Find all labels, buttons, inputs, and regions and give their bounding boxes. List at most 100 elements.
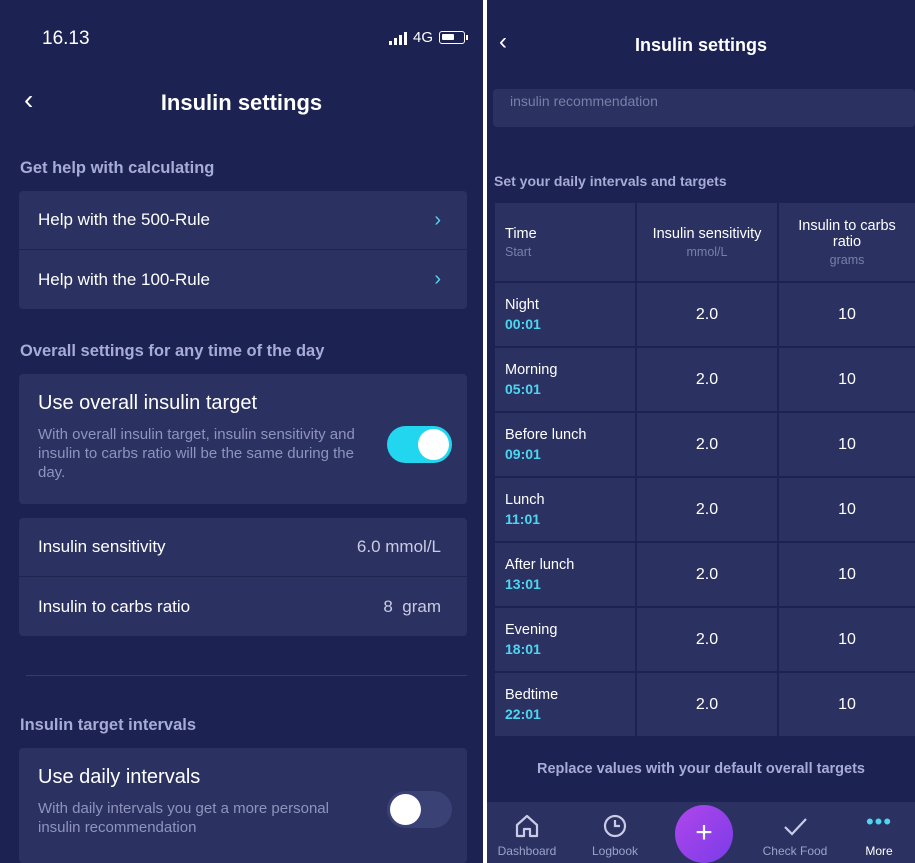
header-insulin-sensitivity: Insulin sensitivity mmol/L — [635, 201, 779, 283]
interval-sensitivity-cell[interactable]: 2.0 — [635, 541, 779, 608]
replace-defaults-button[interactable]: Replace values with your default overall… — [487, 761, 915, 777]
toggle-knob — [390, 794, 421, 825]
faded-card-text: insulin recommendation — [510, 93, 658, 109]
insulin-sensitivity-value: 6.0 mmol/L — [356, 537, 441, 556]
daily-intervals-description: With daily intervals you get a more pers… — [38, 800, 329, 836]
table-row[interactable]: Morning 05:01 2.0 10 — [493, 346, 915, 413]
add-button[interactable]: + — [675, 805, 733, 863]
toggle-knob — [418, 429, 449, 460]
interval-name: Bedtime — [505, 687, 559, 703]
tab-more-label: More — [865, 844, 893, 858]
interval-sensitivity-cell[interactable]: 2.0 — [635, 671, 779, 738]
status-bar: 16.13 4G — [0, 0, 483, 70]
insulin-carbs-ratio-label: Insulin to carbs ratio — [38, 596, 191, 616]
home-icon — [515, 814, 539, 838]
interval-start-time: 18:01 — [505, 641, 541, 657]
interval-time-cell: Lunch 11:01 — [493, 476, 637, 543]
interval-time-cell: Night 00:01 — [493, 281, 637, 348]
overall-section-title: Overall settings for any time of the day — [20, 342, 325, 360]
overall-target-title: Use overall insulin target — [38, 392, 257, 414]
help-500-rule-label: Help with the 500-Rule — [38, 210, 210, 229]
interval-sensitivity-cell[interactable]: 2.0 — [635, 346, 779, 413]
interval-start-time: 13:01 — [505, 576, 541, 592]
interval-name: After lunch — [505, 557, 575, 573]
interval-ratio-cell[interactable]: 10 — [777, 671, 915, 738]
daily-intervals-card: Use daily intervals With daily intervals… — [19, 748, 467, 863]
table-row[interactable]: After lunch 13:01 2.0 10 — [493, 541, 915, 608]
chevron-right-icon: › — [434, 268, 441, 290]
interval-sensitivity-cell[interactable]: 2.0 — [635, 411, 779, 478]
interval-time-cell: After lunch 13:01 — [493, 541, 637, 608]
overall-values-card: Insulin sensitivity 6.0 mmol/L Insulin t… — [19, 518, 467, 636]
tab-logbook-label: Logbook — [591, 844, 639, 858]
interval-name: Morning — [505, 362, 558, 378]
header-insulin-carbs-ratio: Insulin to carbs ratio grams — [777, 201, 915, 283]
intervals-table: Time Start Insulin sensitivity mmol/L Insu… — [493, 201, 915, 738]
interval-time-cell: Evening 18:01 — [493, 606, 637, 673]
interval-start-time: 00:01 — [505, 316, 541, 332]
faded-card: insulin recommendation — [493, 89, 915, 127]
interval-sensitivity-cell[interactable]: 2.0 — [635, 606, 779, 673]
interval-name: Before lunch — [505, 427, 587, 443]
right-screen: ‹ Insulin settings insulin recommendatio… — [487, 0, 915, 863]
table-row[interactable]: Before lunch 09:01 2.0 10 — [493, 411, 915, 478]
table-row[interactable]: Bedtime 22:01 2.0 10 — [493, 671, 915, 738]
tab-more[interactable]: ••• More — [843, 809, 915, 859]
tab-check-food[interactable]: Check Food — [755, 812, 835, 858]
table-row[interactable]: Lunch 11:01 2.0 10 — [493, 476, 915, 543]
interval-name: Evening — [505, 622, 558, 638]
left-screen: 16.13 4G ‹ Insulin settings Get help wit… — [0, 0, 483, 863]
daily-intervals-toggle[interactable] — [387, 791, 452, 828]
interval-ratio-cell[interactable]: 10 — [777, 606, 915, 673]
nav-bar: ‹ Insulin settings — [487, 28, 915, 64]
chevron-right-icon: › — [434, 208, 441, 231]
overall-target-card: Use overall insulin target With overall … — [19, 374, 467, 504]
interval-sensitivity-cell[interactable]: 2.0 — [635, 281, 779, 348]
interval-ratio-cell[interactable]: 10 — [777, 346, 915, 413]
help-500-rule-item[interactable]: Help with the 500-Rule › — [19, 191, 467, 250]
overall-target-toggle[interactable] — [387, 426, 452, 463]
table-row[interactable]: Evening 18:01 2.0 10 — [493, 606, 915, 673]
interval-name: Night — [505, 297, 539, 313]
table-header-row: Time Start Insulin sensitivity mmol/L Insu… — [493, 201, 915, 283]
tab-dashboard-label: Dashboard — [497, 844, 557, 858]
daily-intervals-title: Use daily intervals — [38, 766, 201, 788]
tab-check-food-label: Check Food — [762, 844, 828, 858]
battery-icon — [439, 31, 468, 44]
section-divider — [26, 675, 467, 676]
insulin-sensitivity-label: Insulin sensitivity — [38, 537, 166, 556]
interval-ratio-cell[interactable]: 10 — [777, 411, 915, 478]
interval-time-cell: Bedtime 22:01 — [493, 671, 637, 738]
tab-dashboard[interactable]: Dashboard — [487, 812, 567, 858]
more-icon: ••• — [865, 809, 893, 834]
help-100-rule-label: Help with the 100-Rule — [38, 269, 210, 289]
interval-name: Lunch — [505, 492, 545, 508]
insulin-carbs-ratio-row[interactable]: Insulin to carbs ratio 8 gram — [19, 577, 467, 636]
intervals-section-title: Insulin target intervals — [20, 716, 197, 734]
interval-ratio-cell[interactable]: 10 — [777, 476, 915, 543]
header-time: Time Start — [493, 201, 637, 283]
signal-icon — [388, 31, 407, 45]
interval-start-time: 05:01 — [505, 381, 541, 397]
interval-start-time: 11:01 — [505, 511, 541, 527]
interval-ratio-cell[interactable]: 10 — [777, 281, 915, 348]
interval-sensitivity-cell[interactable]: 2.0 — [635, 476, 779, 543]
check-icon — [784, 818, 807, 836]
help-section-title: Get help with calculating — [20, 159, 215, 177]
nav-bar: ‹ Insulin settings — [0, 80, 483, 125]
interval-time-cell: Morning 05:01 — [493, 346, 637, 413]
insulin-carbs-ratio-value: 8 gram — [383, 596, 441, 616]
overall-target-description: With overall insulin target, insulin sen… — [38, 426, 355, 481]
intervals-section-title: Set your daily intervals and targets — [494, 173, 727, 189]
tab-logbook[interactable]: Logbook — [575, 812, 655, 858]
status-time: 16.13 — [42, 28, 90, 49]
help-100-rule-item[interactable]: Help with the 100-Rule › — [19, 250, 467, 309]
interval-start-time: 09:01 — [505, 446, 541, 462]
interval-ratio-cell[interactable]: 10 — [777, 541, 915, 608]
network-label: 4G — [412, 29, 433, 46]
insulin-sensitivity-row[interactable]: Insulin sensitivity 6.0 mmol/L — [19, 518, 467, 577]
page-title: Insulin settings — [160, 90, 323, 115]
help-card: Help with the 500-Rule › Help with the 1… — [19, 191, 467, 309]
table-row[interactable]: Night 00:01 2.0 10 — [493, 281, 915, 348]
clock-icon — [603, 814, 627, 838]
